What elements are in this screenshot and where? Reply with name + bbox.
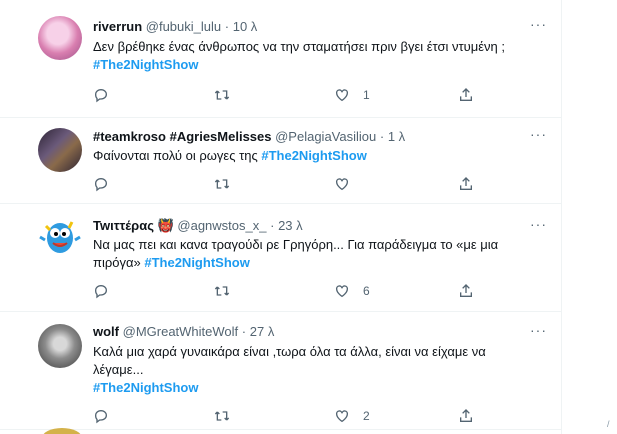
avatar[interactable] [38, 128, 82, 172]
share-icon [460, 88, 472, 101]
separator-dot: · [241, 324, 247, 339]
reply-icon [94, 177, 108, 192]
like-icon [336, 89, 348, 102]
tweet-body: Δεν βρέθηκε ένας άνθρωπος να την σταματή… [93, 39, 505, 54]
tweet-header: wolf @MGreatWhiteWolf · 27 λ [93, 324, 274, 340]
share-button[interactable] [458, 87, 474, 103]
more-options-icon[interactable]: ··· [530, 126, 547, 142]
hashtag-link[interactable]: #The2NightShow [261, 148, 366, 163]
tweet-actions [93, 176, 493, 196]
tweet-text: Να μας πει και κανα τραγούδι ρε Γρηγόρη.… [93, 236, 538, 272]
tweet[interactable]: #teamkroso #AgriesMelisses @PelagiaVasil… [0, 118, 561, 204]
retweet-button[interactable] [214, 87, 230, 103]
like-count: 1 [363, 88, 370, 102]
retweet-button[interactable] [214, 176, 230, 192]
more-options-icon[interactable]: ··· [530, 216, 547, 232]
tweet-actions: 6 [93, 283, 493, 303]
more-options-icon[interactable]: ··· [530, 16, 547, 32]
share-button[interactable] [458, 408, 474, 424]
retweet-icon [214, 179, 230, 189]
like-button[interactable]: 6 [334, 283, 370, 299]
user-handle[interactable]: @PelagiaVasiliou [275, 129, 376, 144]
user-handle[interactable]: @MGreatWhiteWolf [123, 324, 239, 339]
tweet-actions: 2 [93, 408, 493, 428]
share-icon [460, 409, 472, 422]
display-name[interactable]: wolf [93, 324, 119, 339]
reply-button[interactable] [93, 408, 109, 424]
tweet-body: Φαίνονται πολύ οι ρωγες της [93, 148, 258, 163]
hashtag-link[interactable]: #The2NightShow [93, 57, 198, 72]
share-button[interactable] [458, 176, 474, 192]
display-name[interactable]: riverrun [93, 19, 142, 34]
display-name[interactable]: Twιττέρας 👹 [93, 218, 174, 233]
reply-icon [94, 88, 108, 103]
timestamp[interactable]: 23 λ [278, 218, 303, 233]
tweet[interactable]: wolf @MGreatWhiteWolf · 27 λ ··· Καλά μι… [0, 312, 561, 430]
share-icon [460, 284, 472, 297]
timeline-feed: riverrun @fubuki_lulu · 10 λ ··· Δεν βρέ… [0, 0, 562, 434]
like-count: 2 [363, 409, 370, 423]
like-icon [336, 410, 348, 423]
retweet-button[interactable] [214, 408, 230, 424]
reply-icon [94, 409, 108, 424]
tweet-body: Καλά μια χαρά γυναικάρα είναι ,τωρα όλα … [93, 344, 486, 377]
avatar[interactable] [38, 16, 82, 60]
retweet-button[interactable] [214, 283, 230, 299]
timestamp[interactable]: 1 λ [388, 129, 405, 144]
display-name[interactable]: #teamkroso #AgriesMelisses [93, 129, 271, 144]
avatar-image [39, 221, 81, 253]
hashtag-link[interactable]: #The2NightShow [144, 255, 249, 270]
avatar[interactable] [38, 324, 82, 368]
edge-fragment: / [607, 419, 610, 429]
tweet[interactable]: riverrun @fubuki_lulu · 10 λ ··· Δεν βρέ… [0, 0, 561, 118]
retweet-icon [214, 286, 230, 296]
reply-icon [94, 284, 108, 299]
tweet-actions: 1 [93, 87, 493, 107]
retweet-icon [214, 90, 230, 100]
like-icon [336, 178, 348, 191]
tweet[interactable]: Twιττέρας 👹 @agnwstos_x_ · 23 λ ··· Να μ… [0, 204, 561, 312]
separator-dot: · [224, 19, 230, 34]
tweet-header: Twιττέρας 👹 @agnwstos_x_ · 23 λ [93, 218, 303, 234]
tweet-header: riverrun @fubuki_lulu · 10 λ [93, 19, 257, 35]
like-icon [336, 285, 348, 298]
tweet-text: Φαίνονται πολύ οι ρωγες της #The2NightSh… [93, 147, 538, 165]
tweet-text: Δεν βρέθηκε ένας άνθρωπος να την σταματή… [93, 38, 538, 74]
retweet-icon [214, 411, 230, 421]
reply-button[interactable] [93, 283, 109, 299]
timestamp[interactable]: 10 λ [233, 19, 258, 34]
like-button[interactable]: 1 [334, 87, 370, 103]
separator-dot: · [379, 129, 385, 144]
share-icon [460, 177, 472, 190]
like-button[interactable]: 2 [334, 408, 370, 424]
user-handle[interactable]: @agnwstos_x_ [177, 218, 266, 233]
more-options-icon[interactable]: ··· [530, 322, 547, 338]
user-handle[interactable]: @fubuki_lulu [146, 19, 221, 34]
separator-dot: · [270, 218, 275, 233]
tweet-header: #teamkroso #AgriesMelisses @PelagiaVasil… [93, 129, 405, 145]
timestamp[interactable]: 27 λ [250, 324, 275, 339]
reply-button[interactable] [93, 87, 109, 103]
reply-button[interactable] [93, 176, 109, 192]
tweet-text: Καλά μια χαρά γυναικάρα είναι ,τωρα όλα … [93, 343, 538, 397]
share-button[interactable] [458, 283, 474, 299]
hashtag-link[interactable]: #The2NightShow [93, 380, 198, 395]
like-button[interactable] [334, 176, 350, 192]
like-count: 6 [363, 284, 370, 298]
avatar[interactable] [38, 214, 82, 258]
